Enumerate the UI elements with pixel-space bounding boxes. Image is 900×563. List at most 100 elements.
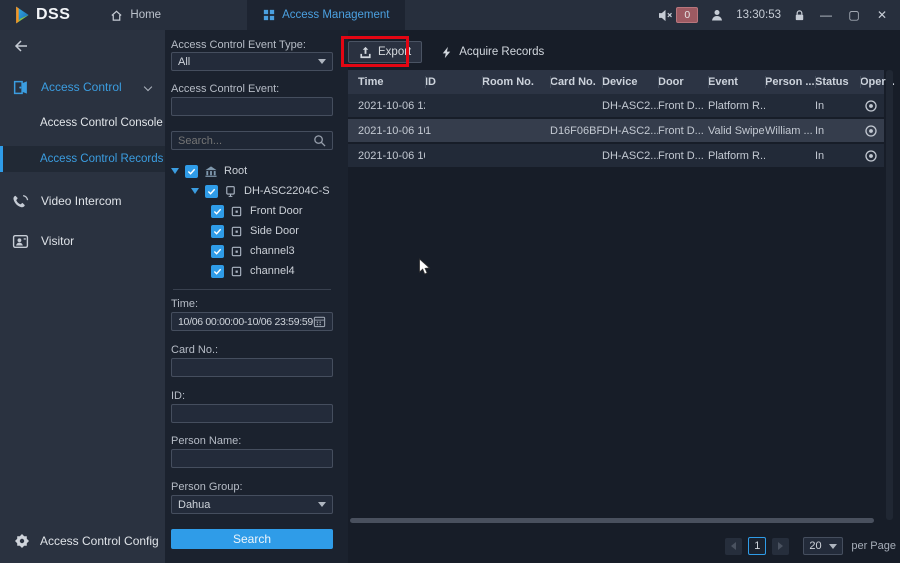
time-range-value: 10/06 00:00:00-10/06 23:59:59 — [178, 316, 313, 328]
column-header-device[interactable]: Device — [602, 70, 658, 94]
tree-search-box[interactable] — [171, 131, 333, 150]
view-detail-eye-icon[interactable] — [864, 149, 878, 163]
export-button[interactable]: Export — [348, 41, 422, 63]
event-input[interactable] — [171, 97, 333, 116]
page-number-button[interactable]: 1 — [748, 537, 766, 555]
mute-control[interactable]: 0 — [658, 7, 698, 23]
column-header-person[interactable]: Person ... — [765, 70, 815, 94]
column-header-door[interactable]: Door — [658, 70, 708, 94]
acquire-records-button[interactable]: Acquire Records — [430, 41, 554, 63]
door-channel-icon — [230, 265, 243, 278]
column-header-room-no[interactable]: Room No. — [482, 70, 550, 94]
records-toolbar: Export Acquire Records — [348, 40, 554, 64]
sidebar-item-label: Visitor — [41, 234, 165, 248]
checkbox-channel[interactable] — [211, 225, 224, 238]
search-icon[interactable] — [313, 134, 326, 147]
back-button[interactable] — [0, 30, 165, 62]
person-name-label: Person Name: — [171, 435, 241, 447]
page-size-select[interactable]: 20 — [803, 537, 843, 555]
check-icon — [213, 267, 222, 276]
footer-label: Access Control Config — [40, 534, 159, 548]
column-header-status[interactable]: Status — [815, 70, 860, 94]
sidebar-item-access-control-console[interactable]: Access Control Console — [0, 108, 165, 138]
tree-node-channel[interactable]: Front Door — [171, 201, 341, 221]
sidebar-item-access-control-records[interactable]: Access Control Records — [0, 146, 165, 172]
cell-person: William ... — [765, 125, 815, 137]
top-bar-right: 0 13:30:53 — ▢ ✕ — [658, 7, 900, 23]
search-button[interactable]: Search — [171, 529, 333, 549]
cell-device: DH-ASC2... — [602, 100, 658, 112]
divider — [173, 289, 331, 290]
column-header-card-no[interactable]: Card No. — [550, 70, 602, 94]
column-header-time[interactable]: Time — [348, 70, 425, 94]
door-channel-icon — [230, 205, 243, 218]
column-header-operation[interactable]: Opera. — [860, 70, 884, 94]
event-type-select[interactable]: All — [171, 52, 333, 71]
checkbox-root[interactable] — [185, 165, 198, 178]
table-row-selected[interactable]: 2021-10-06 10... 1 D16F06BF DH-ASC2... F… — [348, 119, 884, 142]
card-no-input[interactable] — [171, 358, 333, 377]
cell-event: Valid Swipe — [708, 125, 765, 137]
view-detail-eye-icon[interactable] — [864, 124, 878, 138]
checkbox-channel[interactable] — [211, 265, 224, 278]
vertical-scrollbar[interactable] — [886, 70, 893, 520]
logo-text: DSS — [36, 6, 70, 24]
cell-door: Front D... — [658, 150, 708, 162]
check-icon — [213, 247, 222, 256]
back-arrow-icon — [12, 38, 28, 54]
sidebar-subitem-label: Access Control Records — [40, 153, 163, 165]
tree-node-channel[interactable]: channel3 — [171, 241, 341, 261]
tab-access-management[interactable]: Access Management — [247, 0, 405, 30]
horizontal-scrollbar[interactable] — [350, 518, 874, 523]
tree-node-root[interactable]: Root — [171, 161, 341, 181]
checkbox-channel[interactable] — [211, 205, 224, 218]
cell-time: 2021-10-06 12... — [348, 100, 425, 112]
tree-node-label: Side Door — [250, 225, 299, 237]
close-button[interactable]: ✕ — [874, 8, 890, 22]
next-page-button[interactable] — [772, 538, 789, 555]
tree-node-channel[interactable]: Side Door — [171, 221, 341, 241]
prev-page-button[interactable] — [725, 538, 742, 555]
device-tree: Root DH-ASC2204C-S — [171, 161, 341, 281]
checkbox-channel[interactable] — [211, 245, 224, 258]
acquire-records-icon — [440, 46, 453, 59]
tab-access-management-label: Access Management — [282, 9, 389, 21]
sidebar-item-visitor[interactable]: Visitor — [0, 226, 165, 256]
minimize-button[interactable]: — — [818, 8, 834, 22]
user-icon[interactable] — [710, 8, 724, 22]
person-group-select[interactable]: Dahua — [171, 495, 333, 514]
tree-node-label: DH-ASC2204C-S — [244, 185, 330, 197]
grid-icon — [263, 9, 275, 21]
page-size-value: 20 — [809, 540, 829, 552]
tab-home[interactable]: Home — [94, 0, 177, 30]
tree-node-device[interactable]: DH-ASC2204C-S — [171, 181, 341, 201]
table-row[interactable]: 2021-10-06 10... DH-ASC2... Front D... P… — [348, 144, 884, 167]
sidebar-item-access-control[interactable]: Access Control — [0, 72, 165, 102]
lock-icon[interactable] — [793, 9, 806, 22]
column-header-id[interactable]: ID — [425, 70, 482, 94]
prev-arrow-icon — [731, 542, 736, 550]
id-input[interactable] — [171, 404, 333, 423]
expand-arrow-icon[interactable] — [171, 168, 179, 174]
tab-home-label: Home — [130, 9, 161, 21]
checkbox-device[interactable] — [205, 185, 218, 198]
tree-search-input[interactable] — [178, 135, 308, 147]
maximize-button[interactable]: ▢ — [846, 8, 862, 22]
tree-node-channel[interactable]: channel4 — [171, 261, 341, 281]
table-row[interactable]: 2021-10-06 12... DH-ASC2... Front D... P… — [348, 94, 884, 117]
view-detail-eye-icon[interactable] — [864, 99, 878, 113]
person-name-input[interactable] — [171, 449, 333, 468]
sidebar-item-video-intercom[interactable]: Video Intercom — [0, 186, 165, 216]
column-header-event[interactable]: Event — [708, 70, 765, 94]
cell-status: In — [815, 125, 860, 137]
cell-time: 2021-10-06 10... — [348, 125, 425, 137]
chevron-down-icon — [144, 83, 152, 91]
home-icon — [110, 9, 123, 22]
access-control-config-button[interactable]: Access Control Config — [0, 527, 165, 555]
tree-node-label: channel4 — [250, 265, 295, 277]
time-range-picker[interactable]: 10/06 00:00:00-10/06 23:59:59 — [171, 312, 333, 331]
cell-door: Front D... — [658, 125, 708, 137]
expand-arrow-icon[interactable] — [191, 188, 199, 194]
records-table-header: Time ID Room No. Card No. Device Door Ev… — [348, 70, 884, 94]
check-icon — [213, 227, 222, 236]
